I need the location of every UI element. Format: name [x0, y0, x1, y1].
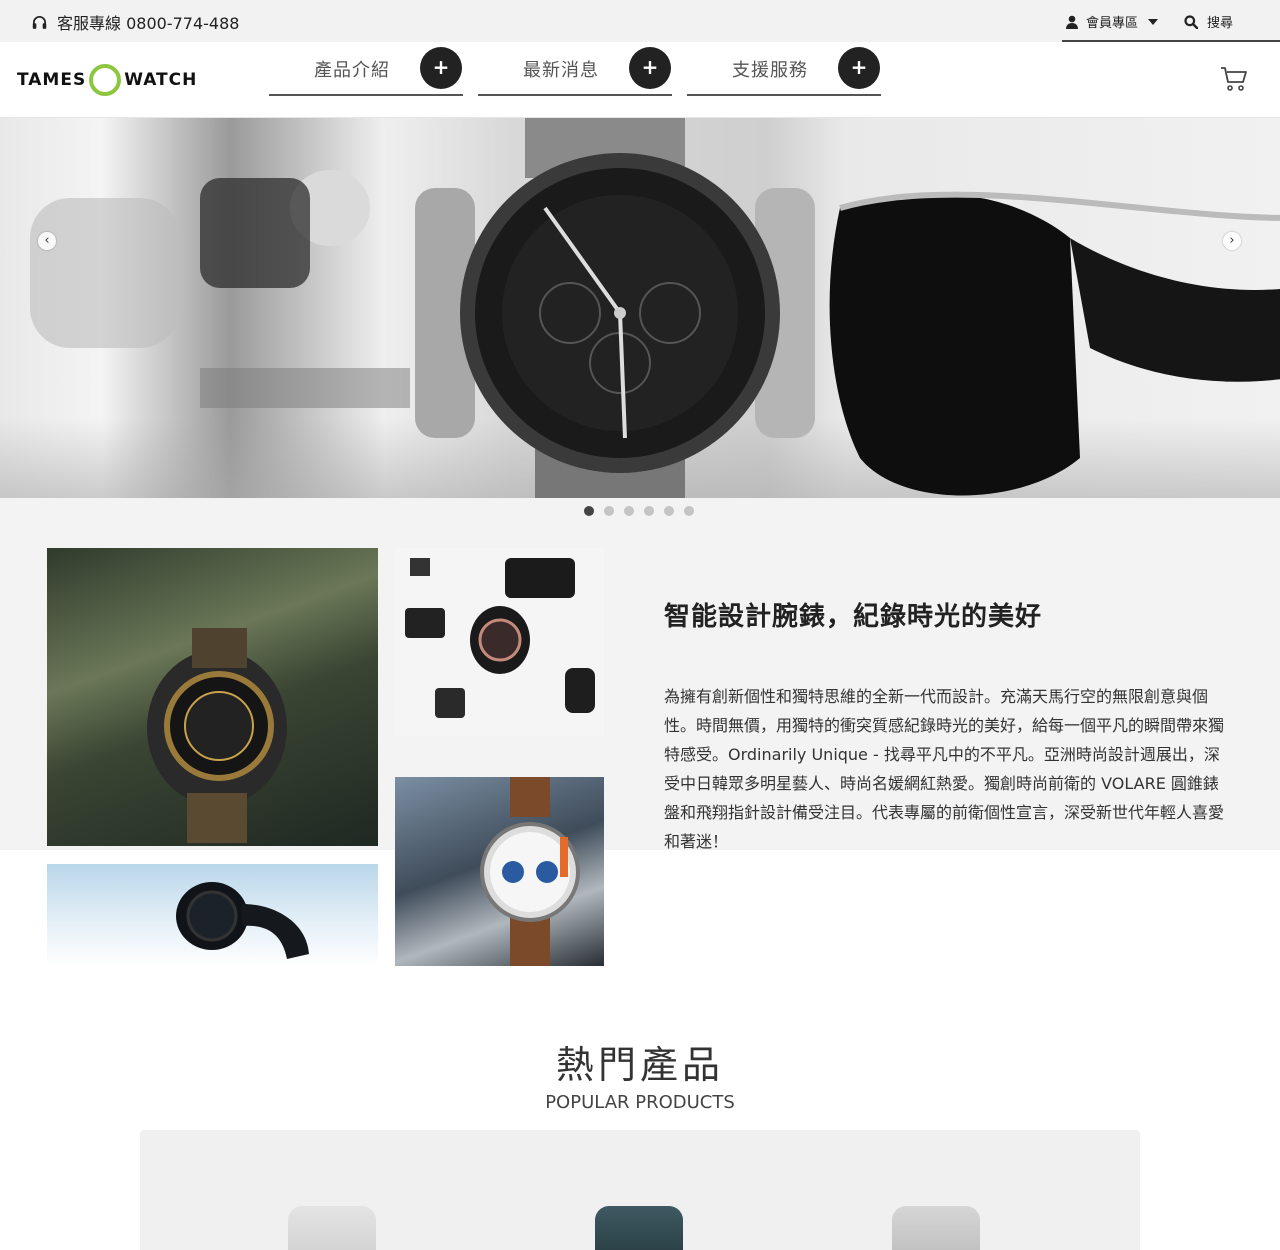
hero-watch-image [415, 118, 815, 498]
logo-text-right: WATCH [124, 70, 198, 90]
main-header: TAMES WATCH 產品介紹 + 最新消息 + 支援服務 + [0, 42, 1280, 118]
popular-subtitle: POPULAR PRODUCTS [545, 1092, 735, 1113]
nav-support[interactable]: 支援服務 + [687, 42, 881, 96]
cart-icon[interactable] [1220, 66, 1248, 92]
slider-dot-4[interactable] [644, 506, 654, 516]
chevron-down-icon [1148, 18, 1159, 25]
hero-slider[interactable]: ‹ › [0, 118, 1280, 498]
hotline: 客服專線 0800-774-488 [31, 10, 239, 34]
headset-icon [32, 15, 47, 29]
photo-racing-watch [395, 777, 604, 966]
about-title: 智能設計腕錶，紀錄時光的美好 [664, 602, 1043, 632]
photo-watch-on-fabric [47, 548, 378, 846]
brand-logo[interactable]: TAMES WATCH [17, 64, 197, 96]
logo-text-left: TAMES [17, 70, 87, 90]
hero-sunglasses-image [829, 191, 1280, 496]
nav-products[interactable]: 產品介紹 + [269, 42, 463, 96]
about-body: 為擁有創新個性和獨特思維的全新一代而設計。充滿天馬行空的無限創意與個性。時間無價… [664, 687, 1225, 851]
search-label: 搜尋 [1207, 16, 1234, 31]
slider-dot-1[interactable] [584, 506, 594, 516]
product-card-3[interactable] [892, 1206, 980, 1250]
search-icon [1184, 14, 1198, 29]
logo-ring-icon [89, 64, 122, 96]
nav-support-expand-button[interactable]: + [838, 47, 880, 89]
nav-news-label: 最新消息 [523, 60, 599, 81]
member-label: 會員專區 [1086, 16, 1139, 31]
slider-pagination [584, 506, 704, 516]
product-card-1[interactable] [288, 1206, 376, 1250]
slider-dot-2[interactable] [604, 506, 614, 516]
nav-news[interactable]: 最新消息 + [478, 42, 672, 96]
product-card-2[interactable] [595, 1206, 683, 1250]
nav-news-expand-button[interactable]: + [629, 47, 671, 89]
photo-black-watch [47, 864, 378, 967]
photo-watch-flatlay [395, 548, 604, 736]
slider-next-button[interactable]: › [1223, 232, 1241, 250]
nav-support-label: 支援服務 [732, 60, 808, 81]
top-bar: 客服專線 0800-774-488 會員專區 搜尋 [0, 0, 1280, 42]
slider-dot-6[interactable] [684, 506, 694, 516]
slider-prev-button[interactable]: ‹ [38, 232, 56, 250]
user-icon [1066, 15, 1078, 29]
search-button[interactable]: 搜尋 [1184, 12, 1233, 31]
slider-dot-5[interactable] [664, 506, 674, 516]
slider-dot-3[interactable] [624, 506, 634, 516]
nav-products-label: 產品介紹 [314, 60, 390, 81]
hotline-text: 客服專線 0800-774-488 [57, 14, 240, 33]
nav-products-expand-button[interactable]: + [420, 47, 462, 89]
member-menu-button[interactable]: 會員專區 [1066, 12, 1159, 31]
account-area: 會員專區 搜尋 [1062, 0, 1280, 42]
popular-products-panel [140, 1130, 1140, 1250]
popular-title: 熱門產品 [555, 1043, 724, 1087]
